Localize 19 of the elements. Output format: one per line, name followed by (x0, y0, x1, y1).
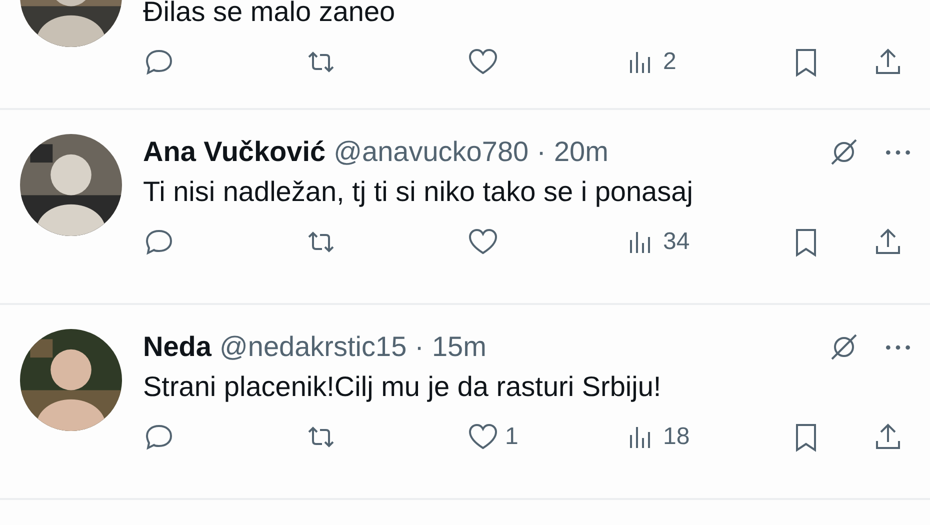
more-icon (886, 150, 910, 154)
author-handle: @anavucko780 (334, 135, 529, 169)
more-button[interactable] (886, 344, 910, 350)
more-icon (886, 344, 910, 350)
post-text: Strani placenik!Cilj mu je da rasturi Srbiju! (143, 370, 662, 404)
author-handle: @nedakrstic15 (219, 330, 407, 364)
post-time: 20m (554, 135, 608, 169)
author-name: Ana Vučković (143, 135, 326, 169)
post-time: 15m (432, 330, 486, 364)
post-text: Ti nisi nadležan, tj ti si niko tako se i ponasaj (143, 175, 694, 209)
views-button[interactable]: 34 (625, 224, 690, 260)
like-button[interactable]: 1 (467, 419, 518, 455)
post-text: Đilas se malo zaneo (143, 0, 396, 29)
separator-dot: · (536, 135, 546, 169)
views-button[interactable]: 18 (625, 419, 690, 455)
more-button[interactable] (886, 150, 910, 154)
views-button[interactable]: 2 (625, 44, 676, 80)
separator-dot: · (414, 330, 424, 364)
author-name: Neda (143, 330, 212, 364)
